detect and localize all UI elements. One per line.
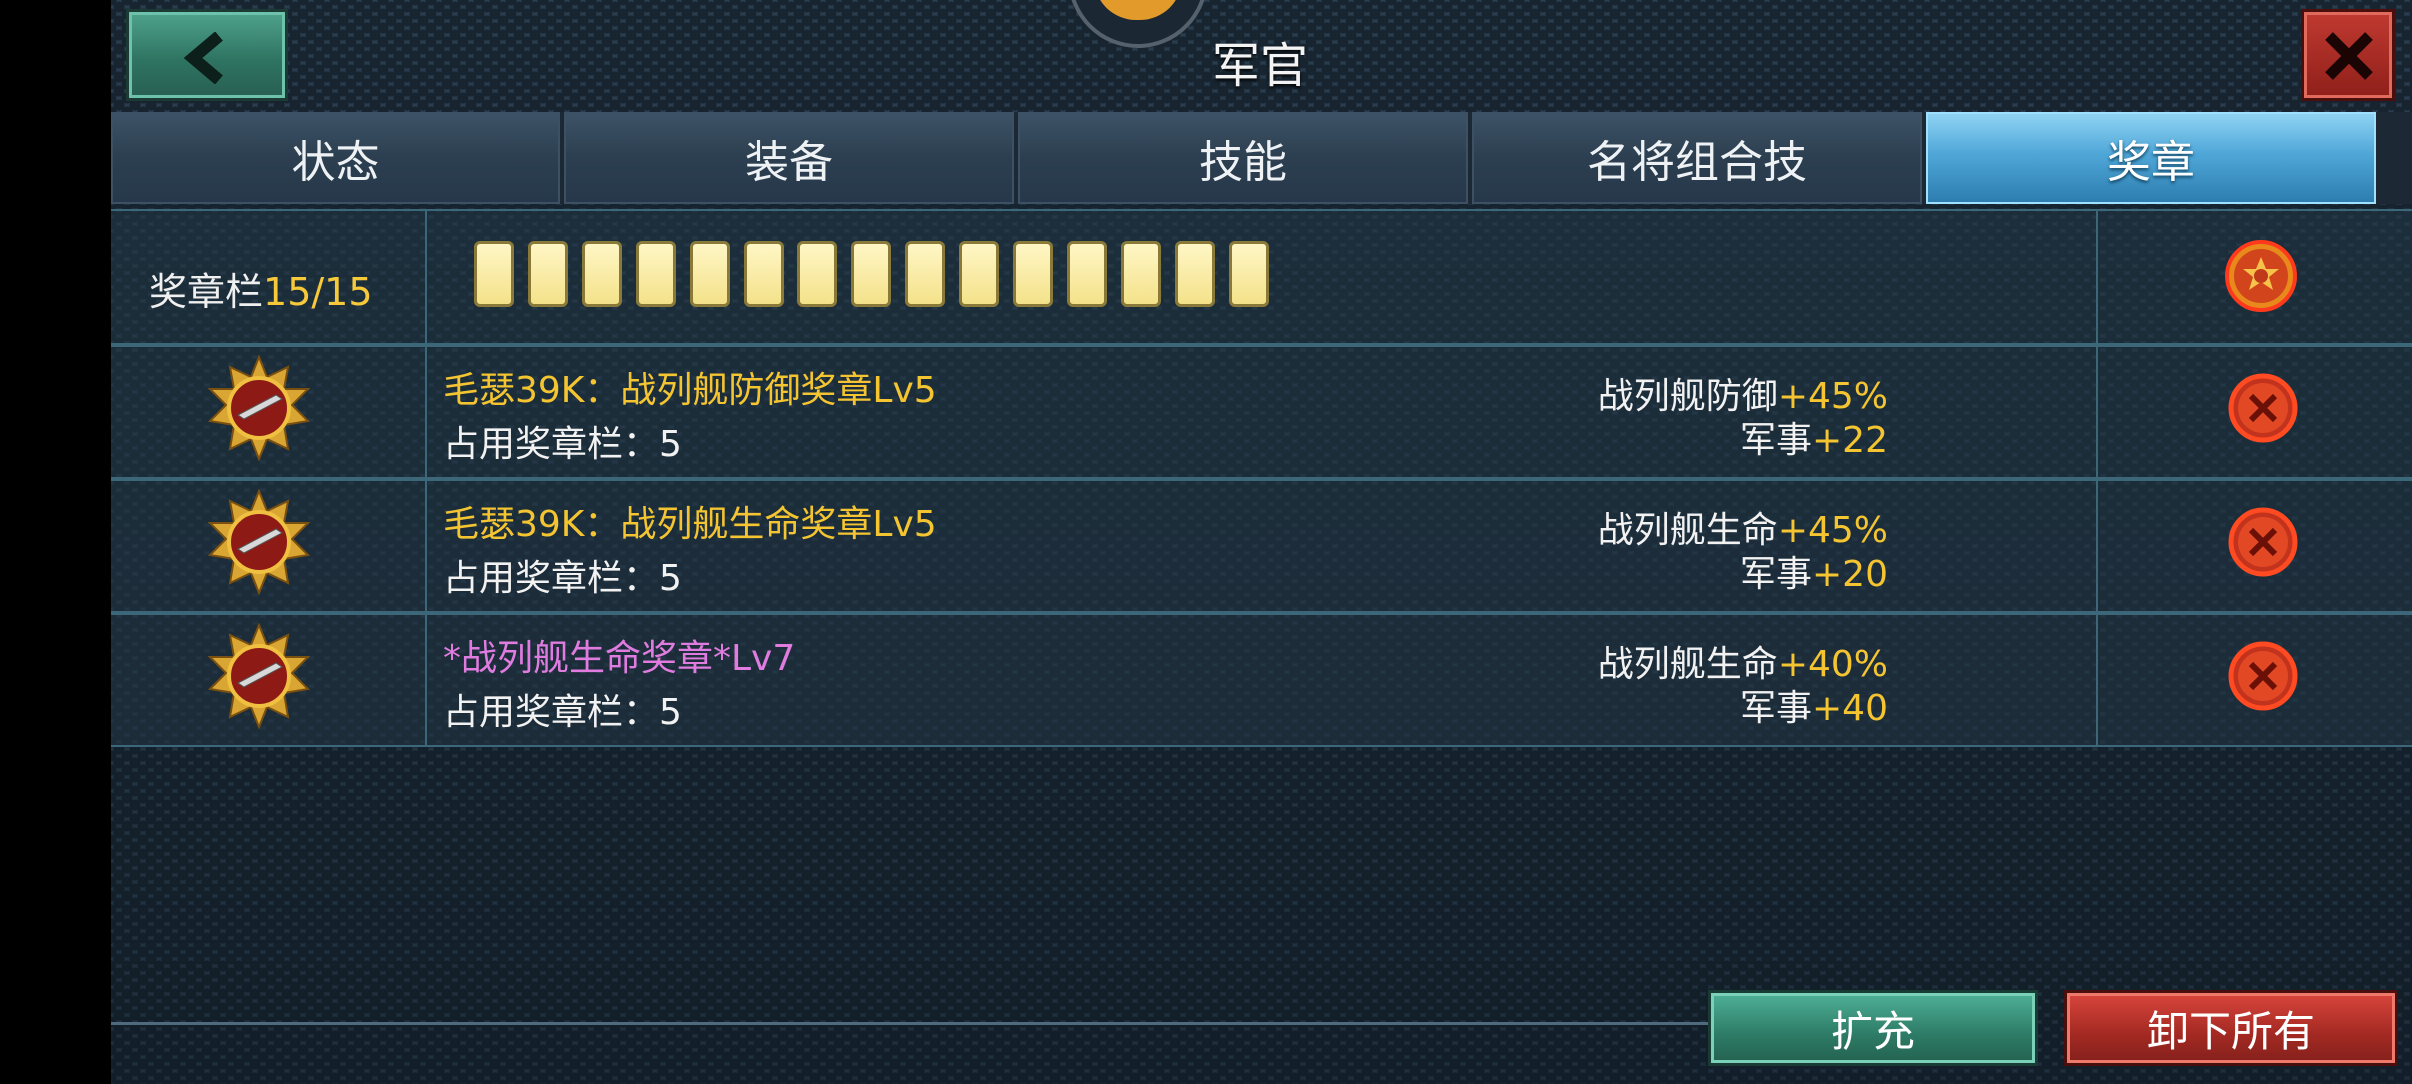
remove-circle-icon[interactable]: [2226, 371, 2300, 445]
medal-slot-usage: 占用奖章栏：5: [443, 424, 682, 465]
medal-name: 毛瑟39K：战列舰生命奖章Lv5: [443, 504, 937, 545]
remove-circle-icon[interactable]: [2226, 639, 2300, 713]
medal-slot: [582, 241, 622, 307]
chevron-left-icon: [183, 32, 223, 84]
medal-icon: [207, 355, 311, 461]
medal-name: *战列舰生命奖章*Lv7: [443, 638, 796, 679]
tab-skills[interactable]: 技能: [1018, 112, 1468, 204]
medal-row: *战列舰生命奖章*Lv7 占用奖章栏：5 战列舰生命+40% 军事+40: [111, 613, 2412, 747]
close-button[interactable]: [2301, 9, 2395, 101]
medal-slot-usage: 占用奖章栏：5: [443, 692, 682, 733]
medal-stat-military: 军事+20: [1740, 554, 1888, 595]
medal-slot: [1175, 241, 1215, 307]
medal-slot: [851, 241, 891, 307]
medal-slot-row: 奖章栏15/15: [111, 209, 2412, 345]
medal-slot: [1067, 241, 1107, 307]
medal-slot: [905, 241, 945, 307]
medal-slot-usage: 占用奖章栏：5: [443, 558, 682, 599]
medal-slot-title: 奖章栏: [149, 270, 264, 314]
unload-all-button[interactable]: 卸下所有: [2064, 990, 2398, 1066]
medal-icon: [207, 623, 311, 729]
medal-slot: [528, 241, 568, 307]
medal-name: 毛瑟39K：战列舰防御奖章Lv5: [443, 370, 937, 411]
medal-badge-icon[interactable]: [2222, 237, 2300, 315]
tab-combo-skills[interactable]: 名将组合技: [1472, 112, 1922, 204]
divider: [111, 1022, 1711, 1025]
medal-slot: [1013, 241, 1053, 307]
tab-medals[interactable]: 奖章: [1926, 112, 2376, 204]
medal-stat-military: 军事+22: [1740, 420, 1888, 461]
tab-equipment[interactable]: 装备: [564, 112, 1014, 204]
expand-button[interactable]: 扩充: [1708, 990, 2038, 1066]
medal-stat-military: 军事+40: [1740, 688, 1888, 729]
medal-slot: [797, 241, 837, 307]
tab-status[interactable]: 状态: [111, 112, 560, 204]
medal-slot-label: 奖章栏15/15: [149, 261, 373, 316]
medal-slot: [744, 241, 784, 307]
medal-slot: [1229, 241, 1269, 307]
medal-slot: [474, 241, 514, 307]
medal-row: 毛瑟39K：战列舰生命奖章Lv5 占用奖章栏：5 战列舰生命+45% 军事+20: [111, 479, 2412, 613]
tab-bar: 状态 装备 技能 名将组合技 奖章: [111, 112, 2412, 204]
medal-icon: [207, 489, 311, 595]
medal-row: 毛瑟39K：战列舰防御奖章Lv5 占用奖章栏：5 战列舰防御+45% 军事+22: [111, 345, 2412, 479]
medal-slot: [636, 241, 676, 307]
medal-slot-count: 15/15: [263, 270, 373, 314]
medal-slot: [1121, 241, 1161, 307]
close-icon: [2325, 32, 2373, 80]
medal-slot: [690, 241, 730, 307]
page-title: 军官: [1211, 38, 1308, 94]
medal-slot: [959, 241, 999, 307]
remove-circle-icon[interactable]: [2226, 505, 2300, 579]
back-button[interactable]: [126, 9, 288, 101]
